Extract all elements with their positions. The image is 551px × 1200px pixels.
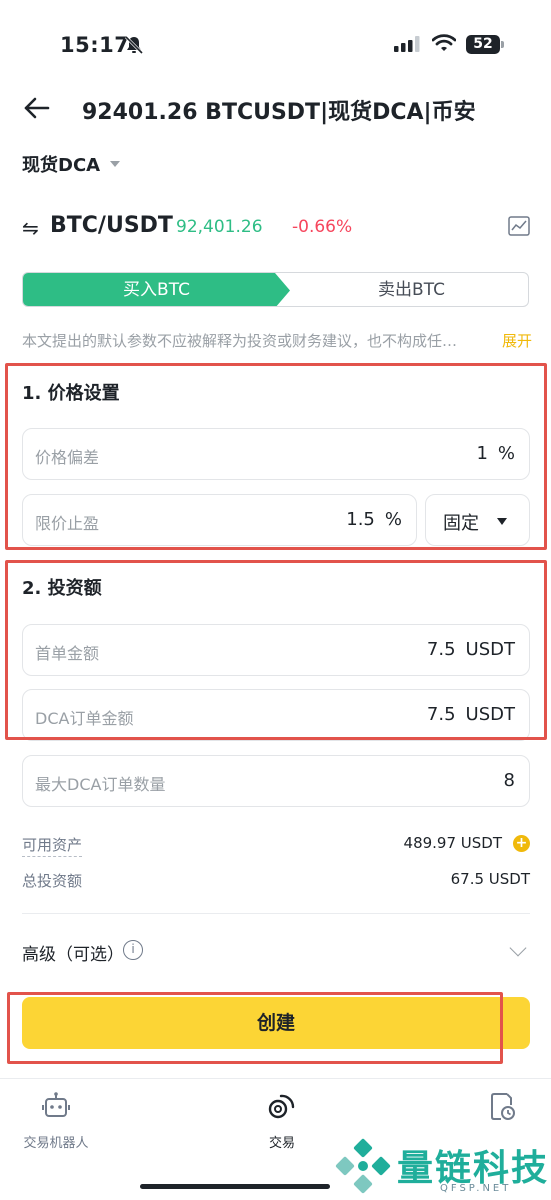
strategy-label: 现货DCA [22,155,101,176]
swap-icon[interactable]: ⇋ [22,216,39,240]
wifi-icon [432,34,456,51]
bell-muted-icon [124,35,144,55]
status-time: 15:17 [60,33,130,57]
divider [22,913,530,914]
pair-change: -0.66% [292,217,353,237]
watermark-subtext: QFSP.NET [440,1183,512,1194]
nav-divider [0,1078,551,1079]
total-investment-row: 总投资额 67.5 USDT [22,870,530,892]
available-balance-label[interactable]: 可用资产 [22,834,83,857]
chevron-down-icon [509,939,527,957]
title-bar: 92401.26 BTCUSDT|现货DCA|币安 [0,85,551,131]
order-history-icon [491,1093,515,1120]
nav-item-bots[interactable]: 交易机器人 [0,1090,116,1151]
nav-item-history[interactable] [442,1090,551,1122]
annotation-box-create [7,992,503,1064]
total-investment-label: 总投资额 [22,872,83,890]
info-icon[interactable]: i [123,940,143,960]
advanced-row[interactable]: 高级（可选） i [22,937,530,965]
pair-row: ⇋ BTC/USDT 92,401.26 -0.66% [22,210,532,244]
cellular-signal-icon [394,36,420,52]
status-bar: 15:17 52 [0,0,551,90]
max-orders-value: 8 [503,770,515,791]
annotation-box-price [5,363,547,550]
tab-buy[interactable]: 买入BTC [23,273,290,306]
nav-item-trade[interactable]: 交易 [222,1090,342,1151]
chart-icon[interactable] [508,216,530,236]
available-balance-value: 489.97 USDT [403,834,502,852]
robot-icon [42,1092,70,1117]
max-orders-field[interactable]: 最大DCA订单数量 8 [22,755,530,807]
tab-sell[interactable]: 卖出BTC [293,273,528,306]
advanced-label: 高级（可选） [22,945,124,965]
pair-name[interactable]: BTC/USDT [50,213,173,238]
total-investment-value: 67.5 USDT [450,870,530,888]
disclaimer: 本文提出的默认参数不应被解释为投资或财务建议，也不构成任… 展开 [22,330,532,351]
back-arrow-icon[interactable] [22,95,52,121]
nav-label-trade: 交易 [268,1136,295,1151]
side-tabs: 买入BTC 卖出BTC [22,272,529,307]
pair-price: 92,401.26 [176,217,263,237]
max-orders-label: 最大DCA订单数量 [35,775,166,794]
strategy-dropdown[interactable]: 现货DCA [22,150,121,178]
caret-down-icon [110,161,121,167]
available-balance-row: 可用资产 489.97 USDT + [22,834,530,857]
page-title: 92401.26 BTCUSDT|现货DCA|币安 [82,100,476,125]
trade-icon [268,1094,295,1119]
battery-tip [501,41,504,48]
annotation-box-investment [5,560,547,740]
home-indicator [140,1184,330,1189]
watermark: 量链科技 QFSP.NET [330,1135,551,1200]
add-funds-icon[interactable]: + [513,835,530,852]
nav-label-bots: 交易机器人 [23,1136,89,1151]
disclaimer-text: 本文提出的默认参数不应被解释为投资或财务建议，也不构成任… [22,332,458,350]
watermark-logo-icon [335,1138,391,1194]
battery-icon: 52 [466,35,500,54]
expand-link[interactable]: 展开 [499,330,532,351]
